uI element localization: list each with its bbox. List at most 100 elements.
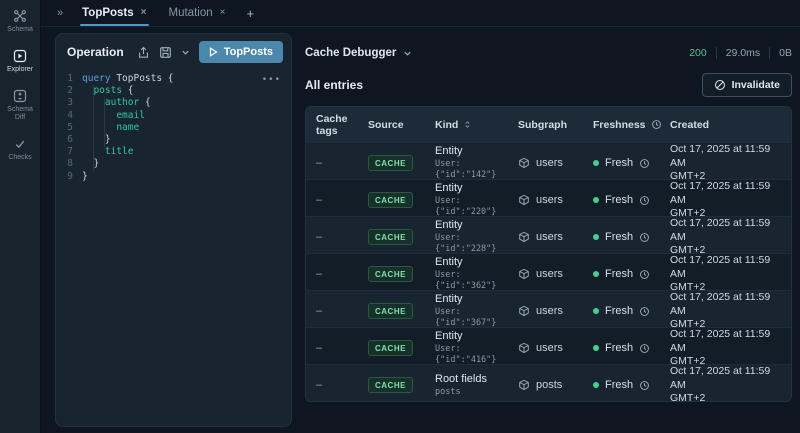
code-token: { [139, 97, 151, 109]
subgraph-cube-icon [519, 343, 529, 354]
column-header-subgraph: Subgraph [518, 118, 567, 131]
code-text: posts { [82, 85, 133, 97]
tab-topposts[interactable]: TopPosts × [71, 0, 157, 26]
rail-item-schema[interactable]: Schema [0, 9, 40, 34]
cell-source: CACHE [368, 266, 435, 283]
code-menu-ellipsis-icon[interactable]: ••• [262, 74, 281, 86]
subgraph-name: users [536, 157, 563, 170]
app-window: Schema Explorer Schema Diff Checks » Top… [0, 0, 800, 433]
run-operation-button[interactable]: TopPosts [198, 41, 283, 63]
code-lines: 1 query TopPosts {2 posts {3 author {4 em… [56, 73, 291, 183]
status-code: 200 [689, 47, 707, 59]
rail-label-explorer: Explorer [6, 66, 34, 73]
clock-icon [640, 306, 650, 316]
created-date: Oct 17, 2025 at 11:59 AM [670, 217, 771, 243]
table-row[interactable]: – CACHE Root fields posts posts Fresh Oct 17, … [306, 364, 791, 401]
kind-detail: User:{"id":"362"} [435, 270, 497, 292]
freshness-label: Fresh [605, 157, 634, 170]
column-header-kind-label: Kind [435, 118, 459, 131]
add-tab-button[interactable]: + [236, 6, 264, 21]
code-text: } [82, 134, 111, 146]
cache-entries-table: Cache tags Source Kind Subgraph Freshnes… [305, 106, 792, 402]
rail-label-schema: Schema [7, 26, 33, 33]
subgraph-cube-icon [519, 195, 529, 206]
column-header-kind[interactable]: Kind [435, 119, 518, 131]
cell-created: Oct 17, 2025 at 11:59 AM GMT+2 [670, 217, 781, 258]
rail-label-checks: Checks [8, 154, 32, 161]
cell-kind: Entity User:{"id":"228"} [435, 219, 518, 255]
divider [769, 47, 771, 59]
indent-guide [93, 85, 94, 171]
subgraph-cube-icon [519, 306, 529, 317]
cell-source: CACHE [368, 192, 435, 209]
kind-label: Entity [435, 219, 463, 232]
column-header-created: Created [670, 118, 710, 131]
kind-label: Entity [435, 330, 463, 343]
clock-icon [640, 343, 650, 353]
cell-freshness: Fresh [593, 342, 670, 354]
cell-source: CACHE [368, 155, 435, 172]
code-line: 2 posts { [56, 85, 291, 97]
code-line: 6 } [56, 134, 291, 146]
response-stats: 200 29.0ms 0B [689, 47, 792, 59]
subgraph-cube-icon [519, 232, 529, 243]
table-row[interactable]: – CACHE Entity User:{"id":"416"} users Fresh O… [306, 327, 791, 367]
tab-topposts-label: TopPosts [82, 7, 134, 19]
cell-cache-tags: – [316, 194, 323, 207]
created-date: Oct 17, 2025 at 11:59 AM [670, 291, 771, 317]
freshness-status-dot [593, 345, 599, 352]
play-icon [209, 47, 218, 57]
collapse-sidebar-icon[interactable]: » [49, 7, 71, 19]
kind-detail: posts [435, 386, 461, 397]
rail-label-schema-diff: Schema Diff [7, 106, 33, 121]
subgraph-name: users [536, 194, 563, 207]
cell-kind: Entity User:{"id":"220"} [435, 182, 518, 218]
code-token: TopPosts { [116, 73, 174, 84]
cache-debugger-header: Cache Debugger 200 29.0ms 0B [305, 42, 792, 64]
invalidate-button[interactable]: Invalidate [701, 73, 792, 97]
clock-icon [640, 158, 650, 168]
cell-created: Oct 17, 2025 at 11:59 AM GMT+2 [670, 328, 781, 369]
close-icon[interactable]: × [141, 8, 147, 18]
kind-detail: User:{"id":"228"} [435, 233, 497, 255]
kind-detail: User:{"id":"416"} [435, 344, 497, 366]
code-editor[interactable]: ••• 1 query TopPosts {2 posts {3 author {… [56, 68, 291, 426]
run-button-label: TopPosts [223, 46, 273, 58]
response-duration: 29.0ms [725, 47, 761, 59]
cell-freshness: Fresh [593, 305, 670, 317]
chevron-down-icon[interactable] [181, 48, 190, 57]
line-number: 9 [67, 170, 73, 182]
cache-source-badge: CACHE [368, 266, 413, 283]
rail-item-schema-diff[interactable]: Schema Diff [0, 89, 40, 122]
tab-mutation[interactable]: Mutation × [158, 0, 237, 26]
rail-item-checks[interactable]: Checks [0, 137, 40, 162]
cache-debugger-dropdown[interactable]: Cache Debugger [305, 47, 412, 59]
table-row[interactable]: – CACHE Entity User:{"id":"367"} users Fresh O… [306, 290, 791, 330]
cell-created: Oct 17, 2025 at 11:59 AM GMT+2 [670, 291, 781, 332]
clock-icon [640, 269, 650, 279]
code-token: } [82, 134, 111, 146]
created-date: Oct 17, 2025 at 11:59 AM [670, 143, 771, 169]
table-row[interactable]: – CACHE Entity User:{"id":"142"} users Fresh O… [306, 142, 791, 182]
table-row[interactable]: – CACHE Entity User:{"id":"362"} users Fresh O… [306, 253, 791, 293]
save-icon[interactable] [159, 46, 172, 59]
entries-header-row: All entries Invalidate [305, 73, 792, 97]
code-line: 9} [56, 171, 291, 183]
code-token: author [104, 97, 140, 109]
code-text: } [82, 158, 99, 170]
code-text: query TopPosts { [82, 73, 174, 85]
rail-item-explorer[interactable]: Explorer [0, 49, 40, 74]
freshness-status-dot [593, 382, 599, 389]
indent-guide [104, 97, 105, 147]
freshness-label: Fresh [605, 268, 634, 281]
share-icon[interactable] [137, 46, 150, 59]
close-icon[interactable]: × [220, 8, 226, 18]
operation-header: Operation TopPosts [56, 34, 291, 68]
table-row[interactable]: – CACHE Entity User:{"id":"228"} users Fresh O… [306, 216, 791, 256]
column-header-freshness: Freshness [593, 119, 670, 131]
line-number: 2 [67, 85, 73, 97]
table-row[interactable]: – CACHE Entity User:{"id":"220"} users Fresh O… [306, 179, 791, 219]
cache-source-badge: CACHE [368, 377, 413, 394]
tab-bar: » TopPosts × Mutation × + [41, 0, 800, 27]
